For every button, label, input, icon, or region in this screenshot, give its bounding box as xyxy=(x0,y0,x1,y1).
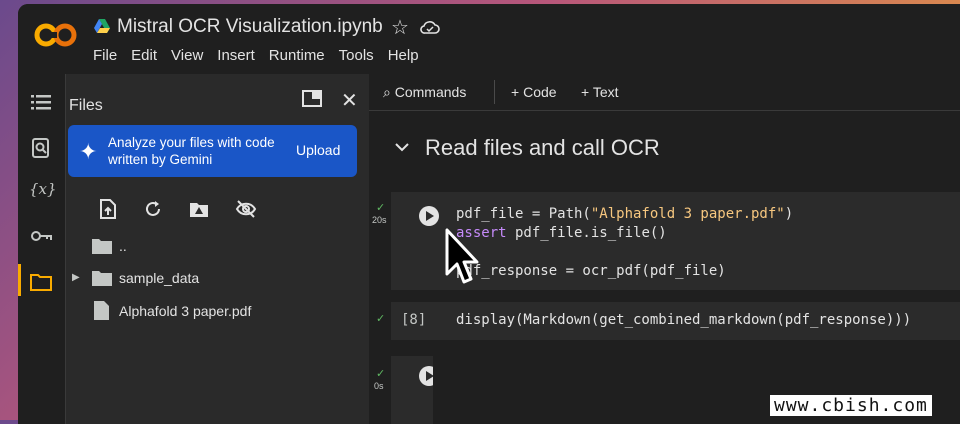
find-icon[interactable] xyxy=(29,136,53,160)
add-text-label: Text xyxy=(592,84,619,100)
add-code-label: Code xyxy=(523,84,557,100)
menu-bar: File Edit View Insert Runtime Tools Help xyxy=(93,47,433,64)
tree-label: sample_data xyxy=(119,270,200,286)
cell-status-check-icon: ✓ xyxy=(376,368,386,380)
refresh-icon[interactable] xyxy=(142,198,164,220)
menu-tools[interactable]: Tools xyxy=(339,47,374,64)
code-line-3: pdf_response = ocr_pdf(pdf_file) xyxy=(456,263,726,279)
plus-icon: + xyxy=(511,84,520,100)
run-cell-icon[interactable] xyxy=(419,206,439,226)
cloud-saved-icon[interactable] xyxy=(420,19,440,35)
mount-drive-icon[interactable] xyxy=(188,198,210,220)
menu-view[interactable]: View xyxy=(171,47,203,64)
menu-file[interactable]: File xyxy=(93,47,117,64)
cell-status-check-icon: ✓ xyxy=(376,313,386,325)
add-text-button[interactable]: + Text xyxy=(581,84,619,100)
section-heading: Read files and call OCR xyxy=(425,135,660,160)
left-rail: {x} xyxy=(18,74,64,424)
star-icon[interactable]: ☆ xyxy=(391,15,409,40)
cell-status-check-icon: ✓ xyxy=(376,202,386,214)
files-panel-title: Files xyxy=(69,97,103,114)
code-line: display(Markdown(get_combined_markdown(p… xyxy=(456,312,912,328)
cell-exec-time: 0s xyxy=(374,381,384,391)
toc-icon[interactable] xyxy=(29,90,53,114)
commands-button[interactable]: ⌕ Commands xyxy=(383,84,466,101)
toolbar-divider xyxy=(494,80,495,104)
menu-insert[interactable]: Insert xyxy=(217,47,255,64)
plus-icon: + xyxy=(581,84,590,100)
files-panel: Files ✕ ✦ Analyze your files with code w… xyxy=(65,74,370,424)
code-line-2: assert pdf_file.is_file() xyxy=(456,225,667,241)
menu-runtime[interactable]: Runtime xyxy=(269,47,325,64)
gemini-spark-icon: ✦ xyxy=(79,139,98,164)
tree-row-parent[interactable]: .. xyxy=(66,234,366,262)
tree-label: Alphafold 3 paper.pdf xyxy=(119,303,252,319)
cell-exec-time: 20s xyxy=(372,215,387,225)
expand-caret-icon[interactable]: ▶ xyxy=(72,272,80,283)
code-cell-2[interactable]: [8] display(Markdown(get_combined_markdo… xyxy=(391,302,960,340)
menu-help[interactable]: Help xyxy=(388,47,419,64)
files-folder-icon[interactable] xyxy=(29,270,53,294)
file-icon xyxy=(94,301,109,320)
colab-logo-icon[interactable] xyxy=(34,20,78,50)
add-code-button[interactable]: + Code xyxy=(511,84,557,100)
variables-icon[interactable]: {x} xyxy=(29,180,57,204)
upload-file-icon[interactable] xyxy=(97,198,119,220)
active-indicator xyxy=(18,264,21,296)
mouse-cursor-icon xyxy=(445,228,479,284)
tree-row-sample-data[interactable]: ▶ sample_data xyxy=(66,266,366,294)
header: Mistral OCR Visualization.ipynb ☆ File E… xyxy=(18,4,960,74)
collapse-section-icon[interactable] xyxy=(394,142,410,152)
colab-window: Mistral OCR Visualization.ipynb ☆ File E… xyxy=(18,4,960,424)
commands-label: Commands xyxy=(394,84,467,100)
tree-row-pdf-file[interactable]: Alphafold 3 paper.pdf xyxy=(66,299,366,327)
folder-icon xyxy=(92,239,112,254)
gemini-banner: ✦ Analyze your files with code written b… xyxy=(68,125,357,177)
watermark: www.cbish.com xyxy=(770,395,932,416)
folder-icon xyxy=(92,271,112,286)
secrets-key-icon[interactable] xyxy=(29,224,53,248)
banner-text: Analyze your files with code written by … xyxy=(108,135,275,167)
code-line-1: pdf_file = Path("Alphafold 3 paper.pdf") xyxy=(456,206,794,222)
close-icon[interactable]: ✕ xyxy=(341,88,358,113)
open-in-tab-icon[interactable] xyxy=(302,90,322,107)
drive-icon xyxy=(94,19,110,33)
search-icon: ⌕ xyxy=(383,84,391,100)
tree-label: .. xyxy=(119,238,127,254)
notebook-title[interactable]: Mistral OCR Visualization.ipynb xyxy=(117,16,383,38)
hide-files-icon[interactable] xyxy=(235,198,257,220)
notebook-toolbar: ⌕ Commands + Code + Text xyxy=(369,74,960,111)
execution-count: [8] xyxy=(401,312,427,328)
menu-edit[interactable]: Edit xyxy=(131,47,157,64)
upload-button[interactable]: Upload xyxy=(296,142,340,158)
